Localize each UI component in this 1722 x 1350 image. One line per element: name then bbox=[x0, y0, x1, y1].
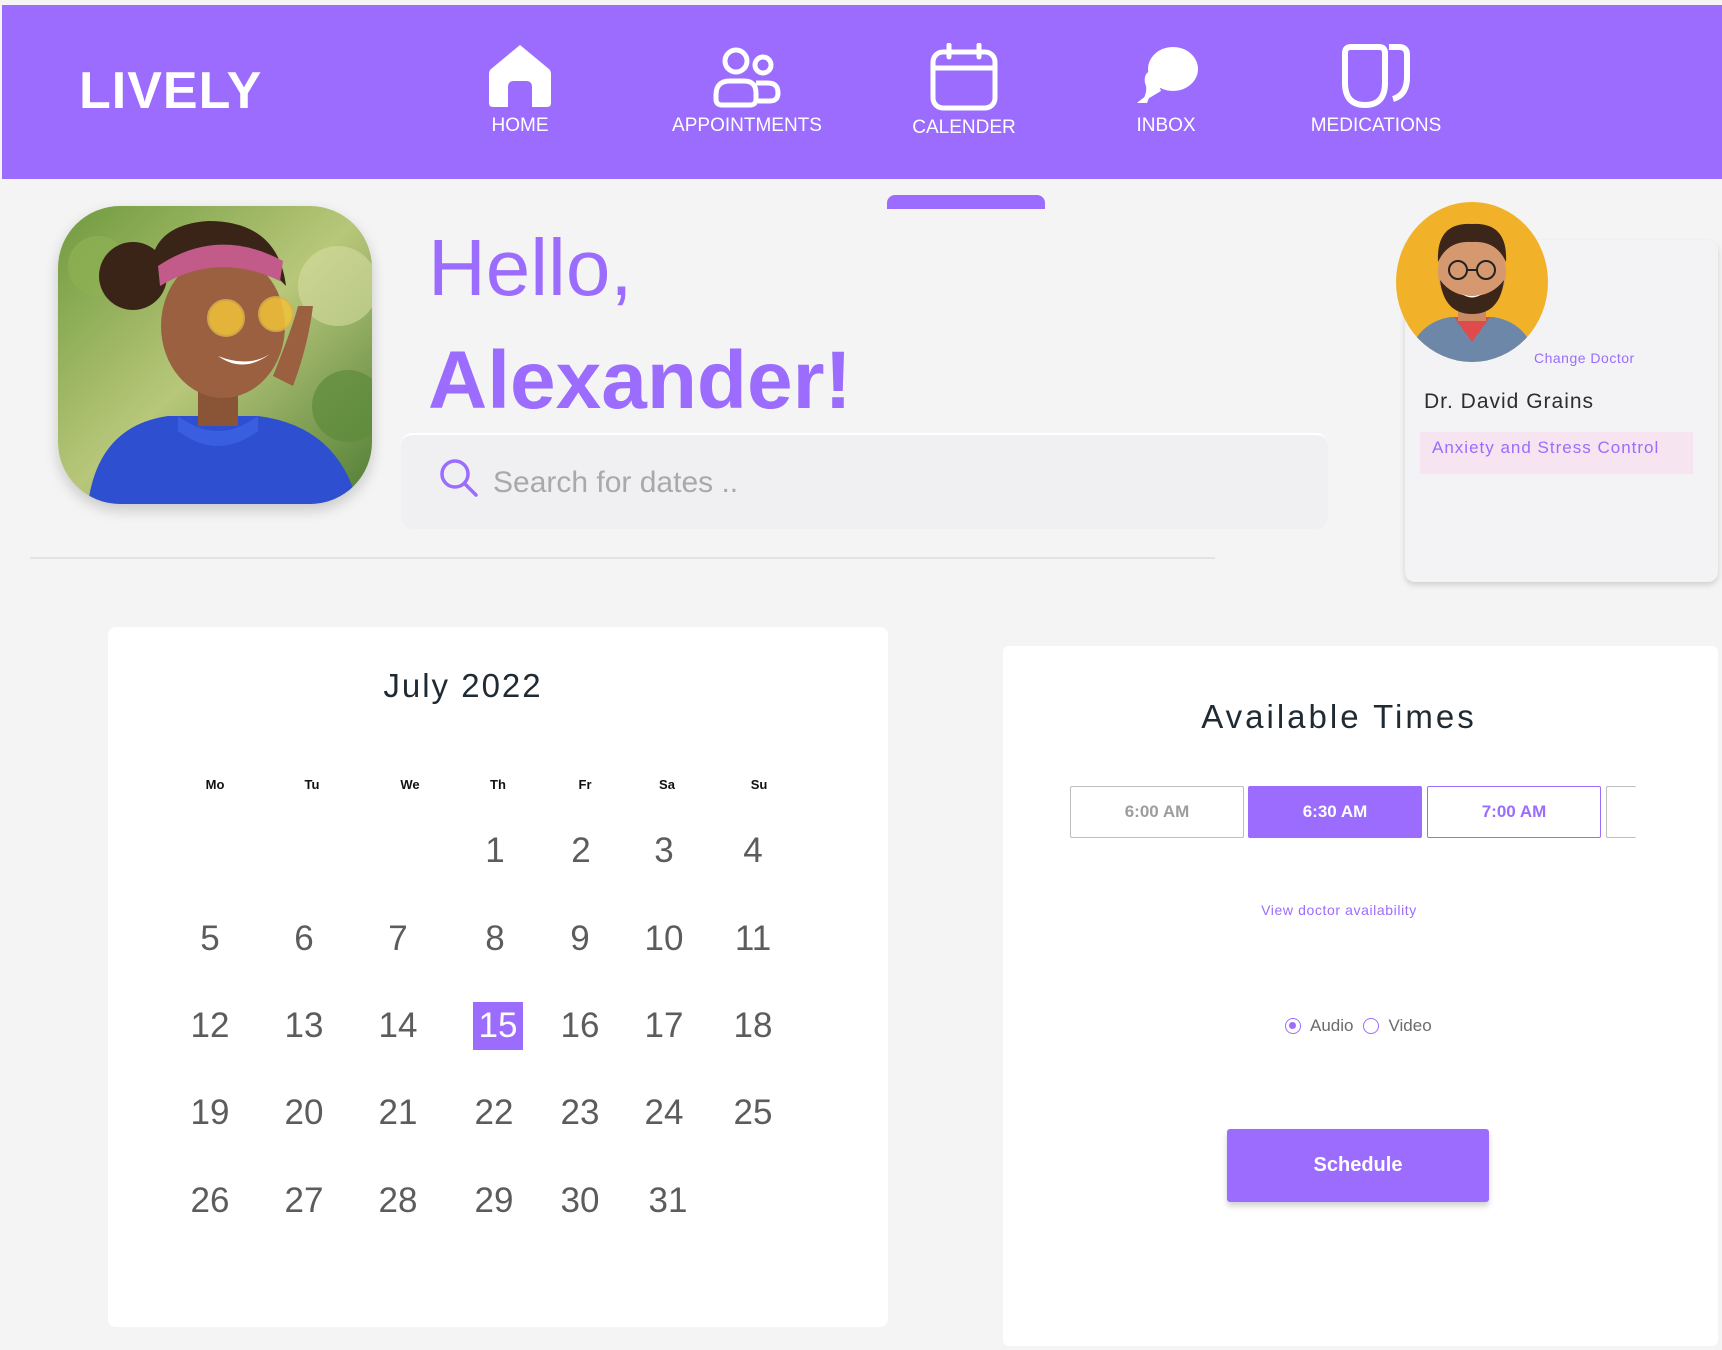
doctor-specialty-tag: Anxiety and Stress Control bbox=[1420, 432, 1693, 474]
calendar-icon bbox=[930, 43, 998, 111]
nav-label: MEDICATIONS bbox=[1310, 115, 1442, 136]
home-icon bbox=[489, 45, 551, 107]
calendar-month-title: July 2022 bbox=[383, 667, 543, 704]
nav-medications[interactable]: MEDICATIONS bbox=[1291, 43, 1461, 137]
top-nav-bar: LIVELY HOME APPOINTMENTS CALENDER INBOX … bbox=[2, 5, 1722, 179]
calendar-day[interactable]: 18 bbox=[726, 1002, 780, 1050]
calendar-day[interactable]: 7 bbox=[371, 915, 425, 963]
video-radio[interactable] bbox=[1363, 1018, 1380, 1034]
calendar-day[interactable]: 23 bbox=[553, 1089, 607, 1137]
calendar-day-selected[interactable]: 15 bbox=[473, 1002, 523, 1050]
calendar-day[interactable]: 25 bbox=[726, 1089, 780, 1137]
user-avatar bbox=[58, 206, 372, 504]
available-times-title: Available Times bbox=[1201, 698, 1477, 735]
greeting-hello: Hello, bbox=[428, 223, 633, 312]
search-bar bbox=[401, 433, 1328, 529]
calendar-day[interactable]: 11 bbox=[726, 915, 780, 963]
audio-label: Audio bbox=[1310, 1016, 1354, 1035]
active-tab-indicator bbox=[887, 195, 1045, 209]
calendar-day[interactable]: 12 bbox=[183, 1002, 237, 1050]
nav-inbox[interactable]: INBOX bbox=[1081, 43, 1251, 137]
calendar-day[interactable]: 20 bbox=[277, 1089, 331, 1137]
calendar-day[interactable]: 10 bbox=[637, 915, 691, 963]
section-divider bbox=[30, 557, 1215, 559]
medication-icon bbox=[1342, 44, 1410, 109]
calendar-day[interactable]: 16 bbox=[553, 1002, 607, 1050]
calendar-day[interactable]: 6 bbox=[277, 915, 331, 963]
doctor-name: Dr. David Grains bbox=[1424, 390, 1595, 413]
nav-appointments[interactable]: APPOINTMENTS bbox=[662, 43, 832, 137]
available-times-card: Available Times 6:00 AM 6:30 AM 7:00 AM … bbox=[1003, 646, 1718, 1346]
schedule-button[interactable]: Schedule bbox=[1227, 1129, 1489, 1202]
change-doctor-link[interactable]: Change Doctor bbox=[1534, 350, 1635, 366]
nav-label: APPOINTMENTS bbox=[672, 115, 822, 136]
nav-label: INBOX bbox=[1136, 115, 1196, 136]
search-input[interactable] bbox=[493, 453, 1193, 513]
weekday-label: Mo bbox=[205, 777, 225, 792]
calendar-day[interactable]: 14 bbox=[371, 1002, 425, 1050]
calendar-day[interactable]: 26 bbox=[183, 1177, 237, 1225]
people-icon bbox=[713, 47, 781, 108]
calendar-day[interactable]: 19 bbox=[183, 1089, 237, 1137]
nav-label: CALENDER bbox=[912, 117, 1016, 138]
calendar-day[interactable]: 17 bbox=[637, 1002, 691, 1050]
calendar-day[interactable]: 4 bbox=[726, 827, 780, 875]
calendar-day[interactable]: 22 bbox=[467, 1089, 521, 1137]
calendar-day[interactable]: 13 bbox=[277, 1002, 331, 1050]
greeting-name: Alexander! bbox=[428, 335, 852, 426]
calendar-day[interactable]: 21 bbox=[371, 1089, 425, 1137]
calendar-day[interactable]: 5 bbox=[183, 915, 237, 963]
time-slot[interactable]: 6:00 AM bbox=[1070, 786, 1244, 838]
calendar-day[interactable]: 24 bbox=[637, 1089, 691, 1137]
calendar-card: July 2022 Mo Tu We Th Fr Sa Su 1 2 3 4 5… bbox=[108, 627, 888, 1327]
call-mode-options: Audio Video bbox=[1285, 1014, 1442, 1038]
weekday-label: Sa bbox=[659, 777, 675, 792]
weekday-label: Su bbox=[750, 777, 768, 792]
video-label: Video bbox=[1388, 1016, 1432, 1035]
nav-label: HOME bbox=[491, 115, 549, 136]
weekday-label: Tu bbox=[304, 777, 320, 792]
calendar-day[interactable]: 8 bbox=[468, 915, 522, 963]
view-doctor-availability-link[interactable]: View doctor availability bbox=[1003, 902, 1675, 918]
calendar-day[interactable]: 9 bbox=[553, 915, 607, 963]
nav-calender[interactable]: CALENDER bbox=[879, 43, 1049, 139]
search-icon bbox=[440, 459, 478, 497]
time-slot-partial[interactable] bbox=[1606, 786, 1636, 838]
calendar-day[interactable]: 3 bbox=[637, 827, 691, 875]
calendar-day[interactable]: 27 bbox=[277, 1177, 331, 1225]
calendar-day[interactable]: 29 bbox=[467, 1177, 521, 1225]
doctor-avatar bbox=[1396, 202, 1548, 362]
weekday-label: We bbox=[400, 777, 420, 792]
weekday-label: Fr bbox=[578, 777, 592, 792]
time-slot[interactable]: 7:00 AM bbox=[1427, 786, 1601, 838]
audio-radio[interactable] bbox=[1285, 1018, 1301, 1034]
time-slot-selected[interactable]: 6:30 AM bbox=[1248, 786, 1422, 838]
nav-home[interactable]: HOME bbox=[435, 43, 605, 137]
app-logo: LIVELY bbox=[79, 62, 263, 120]
calendar-day[interactable]: 2 bbox=[554, 827, 608, 875]
chat-bubbles-icon bbox=[1137, 47, 1198, 103]
calendar-day[interactable]: 30 bbox=[553, 1177, 607, 1225]
weekday-label: Th bbox=[490, 777, 506, 792]
calendar-day[interactable]: 31 bbox=[641, 1177, 695, 1225]
calendar-day[interactable]: 28 bbox=[371, 1177, 425, 1225]
calendar-day[interactable]: 1 bbox=[468, 827, 522, 875]
